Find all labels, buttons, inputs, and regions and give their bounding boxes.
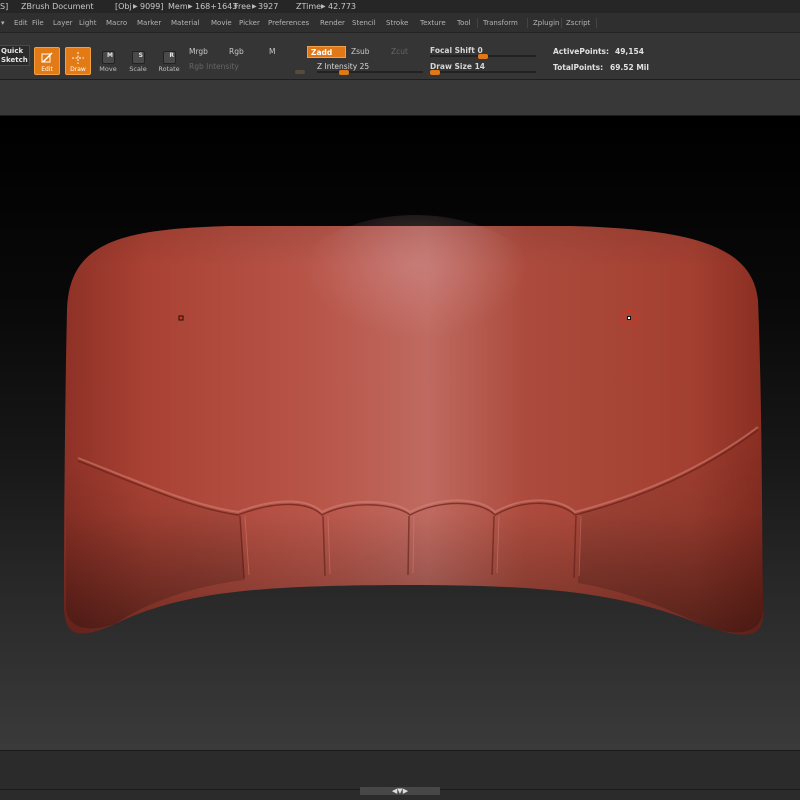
z-intensity-track: [317, 71, 423, 73]
menu-item-movie[interactable]: Movie: [211, 13, 232, 32]
scale-button[interactable]: S Scale: [123, 51, 153, 75]
ztime-label: ZTime: [296, 2, 322, 11]
active-points-value: 49,154: [615, 47, 644, 56]
zcut-button[interactable]: Zcut: [388, 46, 426, 58]
draw-size-knob[interactable]: [430, 70, 440, 75]
rgb-intensity-slider[interactable]: Rgb Intensity: [189, 62, 239, 71]
free-value: 3927: [258, 2, 279, 11]
menu-item-edit[interactable]: Edit: [14, 13, 28, 32]
draw-button[interactable]: Draw: [65, 47, 91, 75]
menu-overflow-icon[interactable]: ▾: [1, 13, 5, 32]
rotate-button[interactable]: R Rotate: [154, 51, 184, 75]
shelf-band: [0, 80, 800, 116]
move-hotkey: M: [107, 52, 113, 59]
edit-icon: [41, 52, 53, 63]
menu-item-material[interactable]: Material: [171, 13, 199, 32]
free-label: Free: [234, 2, 251, 11]
draw-label: Draw: [70, 66, 86, 73]
tooth-divider: [407, 515, 410, 576]
mem-value: 168+1643: [195, 2, 238, 11]
menu-separator: [596, 18, 597, 28]
rgb-button[interactable]: Rgb: [226, 46, 264, 58]
m-button[interactable]: M: [266, 46, 304, 58]
triangle-right-icon: ▶: [321, 3, 326, 10]
menu-item-stroke[interactable]: Stroke: [386, 13, 408, 32]
menu-bar: ▾ Edit File Layer Light Macro Marker Mat…: [0, 13, 800, 33]
mem-label: Mem: [168, 2, 188, 11]
move-button[interactable]: M Move: [93, 51, 123, 75]
menu-item-light[interactable]: Light: [79, 13, 96, 32]
active-points-label: ActivePoints:: [553, 47, 609, 56]
triangle-right-icon: ▶: [133, 3, 138, 10]
z-intensity-knob[interactable]: [338, 70, 349, 75]
tray-toggle-handle[interactable]: ◀▼▶: [360, 787, 440, 795]
scale-hotkey: S: [138, 52, 143, 59]
edit-label: Edit: [41, 66, 53, 73]
menu-item-preferences[interactable]: Preferences: [268, 13, 309, 32]
scale-icon: S: [132, 51, 145, 64]
rotate-label: Rotate: [158, 65, 180, 73]
ztime-value: 42.773: [328, 2, 356, 11]
zadd-button[interactable]: Zadd: [307, 46, 346, 58]
menu-item-transform[interactable]: Transform: [483, 13, 518, 32]
menu-item-tool[interactable]: Tool: [457, 13, 471, 32]
scale-label: Scale: [129, 65, 147, 73]
mesh-highlight: [275, 215, 555, 405]
total-points-value: 69.52 Mil: [610, 63, 649, 72]
rotate-hotkey: R: [169, 52, 174, 59]
quick-sketch-button[interactable]: Quick Sketch: [0, 45, 30, 66]
bottom-tray: ◀▼▶: [0, 750, 800, 800]
focal-shift-knob[interactable]: [478, 54, 488, 59]
menu-item-zscript[interactable]: Zscript: [566, 13, 590, 32]
triangle-right-icon: ▶: [252, 3, 257, 10]
zsub-button[interactable]: Zsub: [348, 46, 386, 58]
draw-size-value: 14: [474, 62, 486, 71]
menu-separator: [527, 18, 528, 28]
quick-sketch-label-line1: Quick: [1, 47, 24, 55]
menu-item-marker[interactable]: Marker: [137, 13, 161, 32]
menu-item-layer[interactable]: Layer: [53, 13, 73, 32]
z-intensity-value: 25: [359, 62, 370, 71]
title-fragment: S]: [0, 2, 9, 11]
draw-size-slider[interactable]: Draw Size 14: [428, 61, 538, 75]
focal-shift-slider[interactable]: Focal Shift 0: [428, 45, 538, 59]
obj-value: 9099]: [140, 2, 164, 11]
canvas-viewport[interactable]: [0, 116, 800, 750]
title-bar: S] ZBrush Document [Obj ▶ 9099] Mem ▶ 16…: [0, 0, 800, 13]
obj-label: [Obj: [115, 2, 132, 11]
mrgb-button[interactable]: Mrgb: [186, 46, 224, 58]
document-title: ZBrush Document: [21, 2, 94, 11]
move-label: Move: [99, 65, 117, 73]
move-icon: M: [102, 51, 115, 64]
quick-sketch-label-line2: Sketch: [1, 56, 28, 64]
mesh-point-marker-fill: [180, 317, 182, 319]
rotate-icon: R: [163, 51, 176, 64]
toolbar: Quick Sketch Edit Draw M Move S Scale R …: [0, 33, 800, 80]
z-intensity-slider[interactable]: Z Intensity 25: [315, 61, 425, 75]
menu-separator: [477, 18, 478, 28]
z-intensity-label: Z Intensity: [317, 62, 358, 71]
draw-size-track: [430, 71, 536, 73]
menu-item-zplugin[interactable]: Zplugin: [533, 13, 559, 32]
draw-icon: [72, 52, 84, 64]
sculpt-mesh: [64, 215, 764, 635]
brush-cursor-dot: [627, 316, 631, 320]
edit-button[interactable]: Edit: [34, 47, 60, 75]
rgb-intensity-knob[interactable]: [295, 70, 305, 74]
menu-item-texture[interactable]: Texture: [420, 13, 446, 32]
menu-separator: [561, 18, 562, 28]
menu-item-render[interactable]: Render: [320, 13, 345, 32]
menu-item-file[interactable]: File: [32, 13, 44, 32]
focal-shift-label: Focal Shift: [430, 46, 475, 55]
menu-item-picker[interactable]: Picker: [239, 13, 260, 32]
menu-item-macro[interactable]: Macro: [106, 13, 127, 32]
triangle-right-icon: ▶: [188, 3, 193, 10]
menu-item-stencil[interactable]: Stencil: [352, 13, 376, 32]
total-points-label: TotalPoints:: [553, 63, 604, 72]
